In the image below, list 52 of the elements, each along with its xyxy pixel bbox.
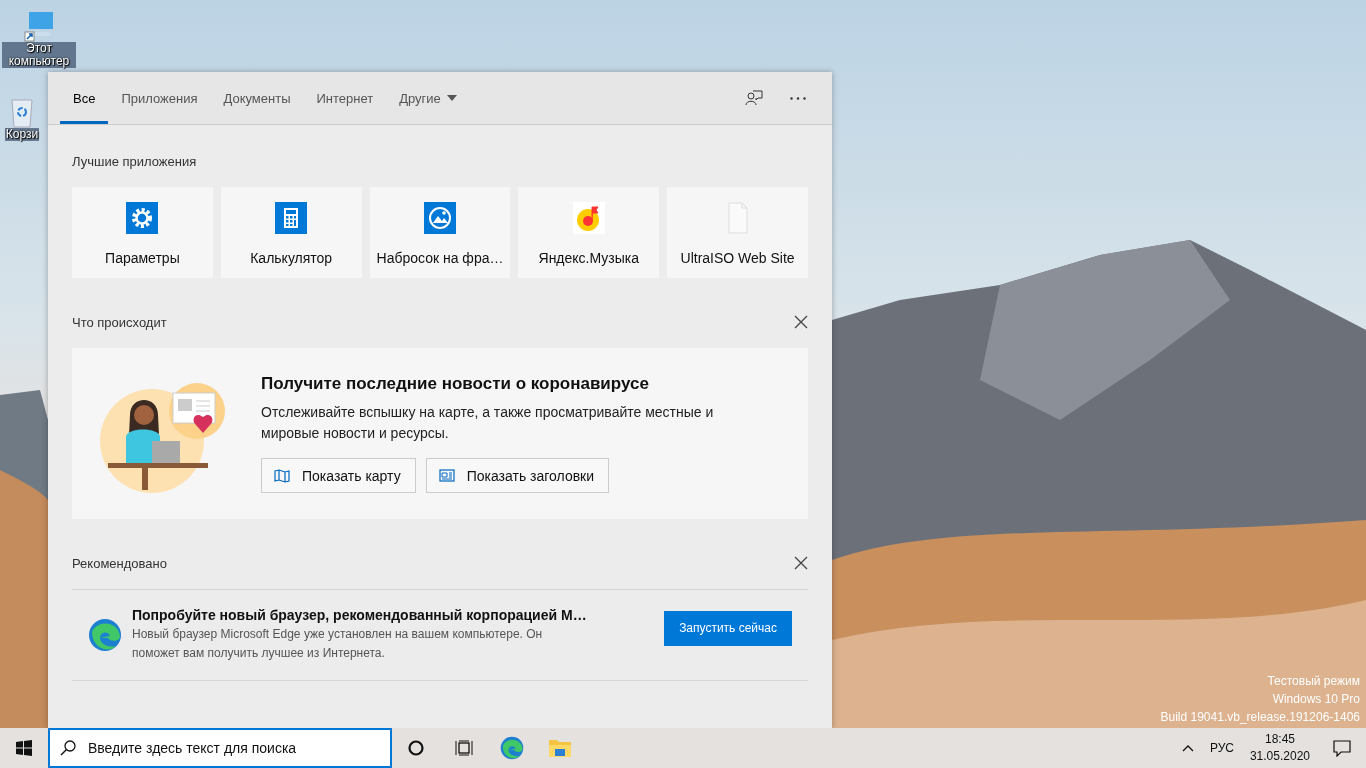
news-button[interactable]: Показать карту <box>261 458 416 493</box>
gear-icon <box>126 202 159 234</box>
clock-date[interactable]: 31.05.2020 <box>1249 748 1310 765</box>
tab[interactable]: Приложения <box>108 75 211 124</box>
section-title: Рекомендовано <box>72 555 167 571</box>
desktop-icon-label: Корзи <box>4 128 40 141</box>
speech-bubble-icon <box>1333 739 1351 757</box>
watermark-text: Windows 10 Pro <box>1272 691 1360 708</box>
clock-time[interactable]: 18:45 <box>1264 731 1295 748</box>
recommendation-text: Новый браузер Microsoft Edge уже установлен на вашем компьютере. Он поможет вам получить лучшее из Интернета. <box>132 626 544 662</box>
app-tile[interactable]: Набросок на фра… <box>369 187 511 278</box>
caret-icon <box>446 95 457 101</box>
search-field[interactable]: Введите здесь текст для поиска <box>48 728 392 768</box>
search-icon <box>60 740 76 756</box>
file-icon <box>725 202 750 234</box>
sketch-icon <box>424 202 456 234</box>
tab[interactable]: Все <box>60 75 109 124</box>
news-title: Получите последние новости о коронавирусе <box>261 374 650 394</box>
tab[interactable]: Другие <box>386 75 470 124</box>
circle-icon <box>408 740 424 756</box>
app-tile[interactable]: Яндекс.Музыка <box>518 187 660 278</box>
music-note-icon <box>572 202 605 234</box>
close-icon[interactable] <box>794 556 808 570</box>
language-indicator[interactable]: РУС <box>1201 741 1242 755</box>
watermark-text: Build 19041.vb_release.191206-1406 <box>1160 709 1360 726</box>
map-icon <box>274 468 290 483</box>
news-button[interactable]: Показать заголовки <box>425 458 610 493</box>
windows-logo-icon <box>16 740 32 756</box>
news-text: Отслеживайте вспышку на карте, а также просматривайте местные и мировые новости и ресурсы. <box>261 403 715 443</box>
section-title: Что происходит <box>72 314 167 330</box>
tab[interactable]: Документы <box>210 75 304 124</box>
recommendation-title: Попробуйте новый браузер, рекомендованный корпорацией М… <box>132 607 588 623</box>
feedback-icon <box>745 90 763 106</box>
newspaper-icon <box>438 469 455 482</box>
browser-icon <box>88 618 122 652</box>
task-view-icon <box>455 740 473 756</box>
watermark-text: Тестовый режим <box>1267 673 1360 690</box>
chevron-up-icon <box>1181 744 1194 752</box>
launch-button[interactable]: Запустить сейчас <box>664 610 792 646</box>
tab[interactable]: Интернет <box>303 75 387 124</box>
desktop-icon-label: Этот компьютер <box>2 42 76 68</box>
recycle-bin-icon[interactable] <box>8 96 36 128</box>
section-title: Лучшие приложения <box>72 153 197 169</box>
app-tile[interactable]: UltraISO Web Site <box>667 187 808 278</box>
calculator-icon <box>275 202 308 234</box>
more-icon <box>790 96 806 100</box>
app-tile[interactable]: Параметры <box>72 187 213 278</box>
close-icon[interactable] <box>794 315 808 329</box>
app-tile[interactable]: Калькулятор <box>220 187 362 278</box>
computer-icon[interactable] <box>23 10 55 42</box>
folder-icon <box>548 738 572 758</box>
browser-icon <box>500 736 524 760</box>
